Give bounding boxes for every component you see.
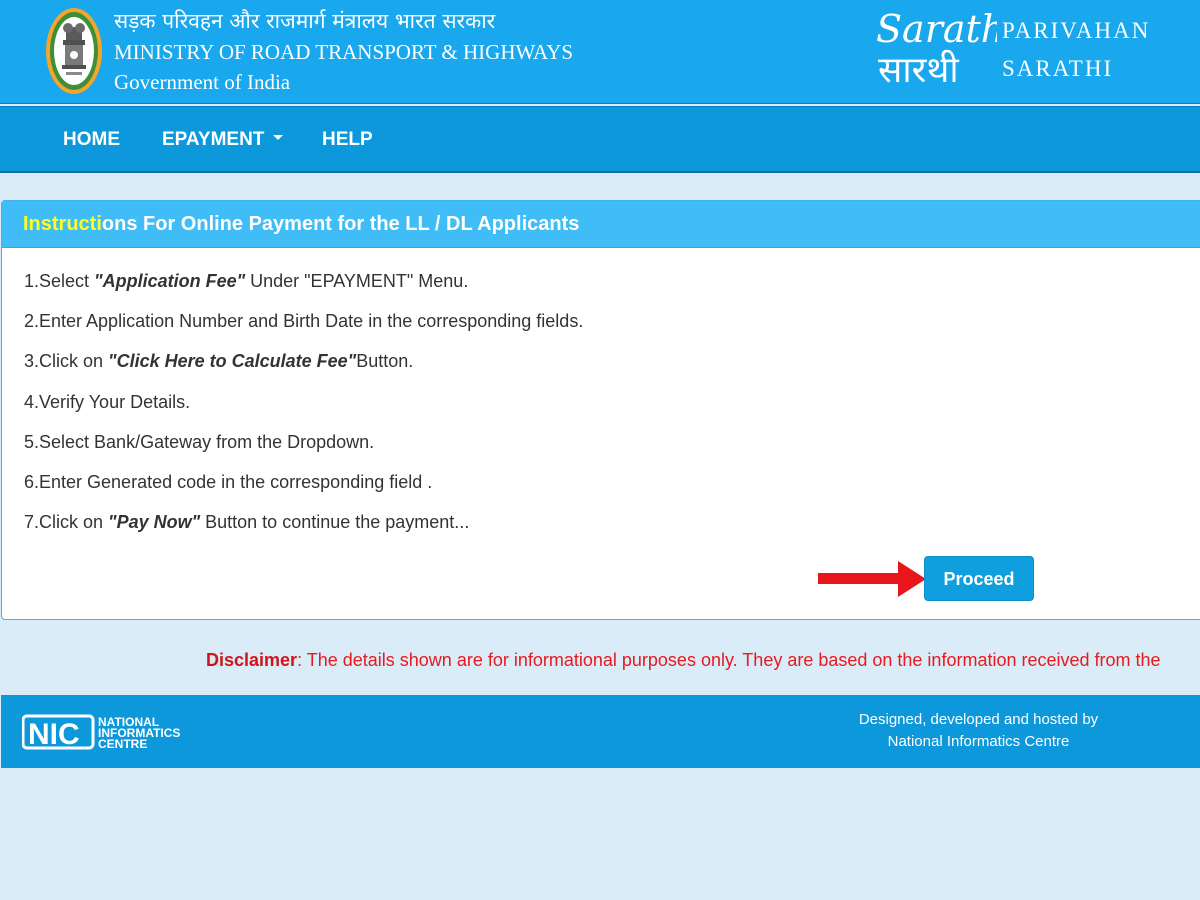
- disclaimer-label: Disclaimer: [206, 650, 298, 670]
- instruction-step: 1.Select "Application Fee" Under "EPAYME…: [24, 261, 583, 301]
- nic-mark: NIC: [28, 718, 80, 750]
- sarathi-logo[interactable]: Sarathi सारथी: [872, 4, 997, 90]
- nav-help[interactable]: HELP: [322, 107, 373, 172]
- nav-help-label: HELP: [322, 129, 373, 150]
- step-text: 6.Enter Generated code in the correspond…: [24, 471, 433, 492]
- instruction-step: 2.Enter Application Number and Birth Dat…: [24, 301, 583, 341]
- instruction-steps: 1.Select "Application Fee" Under "EPAYME…: [24, 261, 583, 542]
- step-emphasis: "Click Here to Calculate Fee": [108, 351, 357, 372]
- nav-epayment-dropdown[interactable]: EPAYMENT: [162, 107, 284, 172]
- panel-title-rest: ons For Online Payment for the LL / DL A…: [101, 213, 580, 235]
- nav-home[interactable]: HOME: [63, 107, 120, 172]
- instruction-step: 7.Click on "Pay Now" Button to continue …: [24, 502, 583, 542]
- ministry-english: MINISTRY OF ROAD TRANSPORT & HIGHWAYS: [114, 40, 574, 64]
- disclaimer-text: : The details shown are for informationa…: [297, 650, 1161, 670]
- step-text: 1.Select: [24, 271, 95, 291]
- step-text: 7.Click on: [24, 512, 109, 533]
- step-text: Button.: [356, 351, 414, 372]
- nic-line-centre: CENTRE: [98, 737, 147, 750]
- nav-epayment-label: EPAYMENT: [162, 129, 265, 150]
- instruction-step: 6.Enter Generated code in the correspond…: [24, 462, 583, 502]
- footer-credit: Designed, developed and hosted by Nation…: [821, 709, 1136, 753]
- proceed-button[interactable]: Proceed: [924, 556, 1034, 601]
- step-text: 4.Verify Your Details.: [24, 391, 191, 412]
- step-text: 2.Enter Application Number and Birth Dat…: [24, 311, 584, 332]
- instructions-panel: Instructions For Online Payment for the …: [1, 200, 1200, 620]
- caret-down-icon: [273, 135, 284, 141]
- logo-script-top: Sarathi: [876, 7, 997, 51]
- instruction-step: 5.Select Bank/Gateway from the Dropdown.: [24, 422, 583, 462]
- arrow-right-icon: [818, 561, 926, 597]
- step-text: 5.Select Bank/Gateway from the Dropdown.: [24, 431, 375, 452]
- brand-line-parivahan: PARIVAHAN: [1002, 18, 1151, 43]
- credit-line-1: Designed, developed and hosted by: [858, 711, 1099, 728]
- nic-logo[interactable]: NIC NATIONAL INFORMATICS CENTRE: [22, 714, 212, 750]
- panel-title-highlight: Instructi: [23, 213, 102, 235]
- instruction-step: 3.Click on "Click Here to Calculate Fee"…: [24, 341, 583, 381]
- step-text: Button to continue the payment...: [200, 512, 470, 533]
- main-navbar: HOME EPAYMENT HELP: [0, 106, 1200, 173]
- logo-script-bottom: सारथी: [878, 49, 959, 90]
- step-emphasis: "Pay Now": [108, 512, 201, 533]
- credit-line-2: National Informatics Centre: [887, 733, 1070, 750]
- ministry-hindi: सड़क परिवहन और राजमार्ग मंत्रालय भारत सर…: [114, 9, 496, 33]
- site-footer: NIC NATIONAL INFORMATICS CENTRE Designed…: [1, 695, 1200, 768]
- brand-line-sarathi: SARATHI: [1002, 56, 1114, 81]
- disclaimer: Disclaimer: The details shown are for in…: [206, 648, 1200, 672]
- government-of-india: Government of India: [114, 70, 291, 94]
- state-emblem-icon[interactable]: [44, 6, 104, 96]
- instruction-step: 4.Verify Your Details.: [24, 382, 583, 422]
- step-emphasis: "Application Fee": [94, 271, 246, 291]
- panel-title: Instructions For Online Payment for the …: [2, 201, 1200, 248]
- step-text: Under "EPAYMENT" Menu.: [245, 271, 469, 291]
- step-text: 3.Click on: [24, 351, 109, 372]
- ministry-title: सड़क परिवहन और राजमार्ग मंत्रालय भारत सर…: [114, 6, 573, 97]
- site-header: सड़क परिवहन और राजमार्ग मंत्रालय भारत सर…: [0, 0, 1200, 104]
- nav-home-label: HOME: [63, 129, 120, 150]
- brand-name: PARIVAHAN SARATHI: [1002, 16, 1150, 92]
